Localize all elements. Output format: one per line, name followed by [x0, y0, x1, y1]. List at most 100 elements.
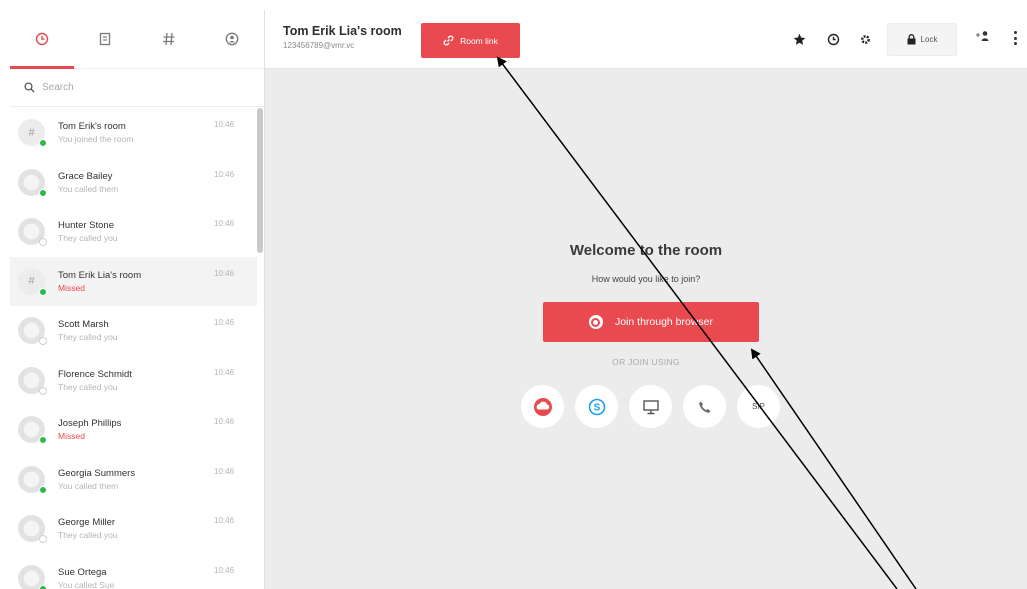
conversation-name: Joseph Phillips: [58, 418, 122, 430]
join-room-system-button[interactable]: [629, 385, 672, 428]
conversation-text: Florence Schmidt They called you: [58, 368, 203, 393]
presence-indicator: [39, 584, 47, 589]
join-app-button[interactable]: [521, 385, 564, 428]
contacts-icon: [100, 32, 111, 46]
room-main: Welcome to the room How would you like t…: [265, 69, 1027, 589]
tab-recents[interactable]: [10, 10, 74, 69]
conversation-name: Florence Schmidt: [58, 368, 132, 380]
presence-indicator: [39, 337, 47, 346]
avatar: [18, 317, 47, 346]
settings-button[interactable]: [856, 30, 874, 48]
conversation-time: 10:46: [214, 318, 235, 327]
participants-button[interactable]: [975, 30, 991, 44]
conversation-time: 10:46: [214, 268, 235, 278]
conversation-text: Scott Marsh They called you: [58, 318, 203, 343]
conversation-status: They called you: [58, 530, 118, 541]
conversation-status: You called Sue: [58, 579, 115, 589]
chrome-icon: [588, 315, 603, 329]
star-icon: [793, 33, 805, 45]
join-browser-button[interactable]: Join through browser: [543, 302, 759, 342]
conversation-item[interactable]: Joseph Phillips Missed 10:46: [10, 405, 257, 455]
avatar: [18, 366, 47, 395]
avatar: #: [18, 267, 47, 296]
room-id: 123456789@vmr.vc: [283, 41, 355, 50]
more-dot-icon: [1013, 36, 1017, 40]
join-skype-button[interactable]: S: [575, 385, 618, 428]
link-icon: [443, 35, 454, 46]
avatar: [18, 168, 47, 197]
conversation-time: 10:46: [214, 367, 235, 377]
avatar-glyph: #: [28, 275, 35, 288]
conversation-status: They called you: [58, 332, 118, 343]
conversation-name: Tom Erik's room: [58, 121, 126, 133]
conversation-name: Tom Erik Lia's room: [58, 269, 142, 281]
conversation-item[interactable]: Hunter Stone They called you 10:46: [10, 207, 257, 257]
search-icon: [24, 82, 35, 93]
conversation-name: Georgia Summers: [58, 467, 136, 479]
conversation-item[interactable]: # Tom Erik Lia's room Missed 10:46: [10, 256, 257, 306]
conversation-name: Scott Marsh: [58, 319, 109, 331]
phone-icon: [698, 401, 710, 413]
search-input[interactable]: [42, 82, 222, 93]
conversation-name: Hunter Stone: [58, 220, 114, 232]
join-sip-button[interactable]: SIP: [737, 385, 780, 428]
conversation-list: # Tom Erik's room You joined the room 10:46…: [10, 108, 257, 589]
lock-icon: [907, 34, 916, 45]
conversation-status: Missed: [58, 431, 85, 442]
avatar: [18, 564, 47, 589]
skype-icon: S: [588, 398, 605, 415]
conversation-item[interactable]: Grace Bailey You called them 10:46: [10, 158, 257, 208]
conversation-item[interactable]: Georgia Summers You called them 10:46: [10, 455, 257, 505]
welcome-subtitle: How would you like to join?: [591, 274, 701, 284]
or-join-label: OR JOIN USING: [612, 357, 680, 367]
more-dot-icon: [1013, 42, 1017, 45]
join-phone-button[interactable]: [683, 385, 726, 428]
presence-indicator: [39, 238, 47, 247]
sidebar: # Tom Erik's roomYou joined the room 10:46…: [10, 10, 265, 589]
conversation-text: Sue Ortega You called Sue: [58, 566, 203, 589]
conversation-text: Joseph Phillips Missed: [58, 417, 203, 442]
clock-icon: [35, 32, 48, 46]
conversation-item[interactable]: Scott Marsh They called you 10:46: [10, 306, 257, 356]
avatar-glyph: #: [28, 126, 35, 139]
conversation-name: George Miller: [58, 517, 116, 529]
room-header: Tom Erik Lia's room 123456789@vmr.vc Roo…: [265, 10, 1027, 69]
history-button[interactable]: [824, 30, 842, 48]
svg-text:S: S: [593, 402, 600, 413]
tab-rooms[interactable]: [137, 10, 201, 68]
lock-button[interactable]: Lock: [887, 23, 957, 56]
room-link-label: Room link: [460, 35, 498, 46]
conversation-time: 10:46: [214, 417, 235, 426]
conversation-time: 10:46: [214, 120, 235, 129]
tab-contacts[interactable]: [74, 10, 138, 68]
conversation-item[interactable]: Florence Schmidt They called you 10:46: [10, 356, 257, 406]
avatar: [18, 218, 47, 247]
conversation-item[interactable]: Sue Ortega You called Sue 10:46: [10, 554, 257, 589]
avatar: [18, 515, 47, 544]
room-link-button[interactable]: Room link: [421, 23, 520, 58]
history-icon: [827, 33, 839, 45]
conversation-time: 10:46: [214, 219, 235, 228]
conversation-item[interactable]: George Miller They called you 10:46: [10, 504, 257, 554]
monitor-icon: [642, 399, 659, 414]
more-options-button[interactable]: [1010, 28, 1020, 48]
conversation-time: 10:46: [214, 466, 235, 476]
conversation-time: 10:46: [214, 565, 235, 575]
conversation-text: Tom Erik's room You joined the room: [58, 120, 203, 145]
conversation-item[interactable]: # Tom Erik's room You joined the room 10:46: [10, 108, 257, 158]
presence-indicator: [39, 287, 47, 296]
scrollbar[interactable]: [257, 108, 263, 253]
presence-indicator: [39, 535, 47, 544]
presence-indicator: [39, 436, 47, 445]
conversation-text: Grace Bailey You called them: [58, 170, 203, 195]
search-bar: [10, 69, 264, 107]
conversation-name: Grace Bailey: [58, 170, 113, 182]
sidebar-tabs: [10, 10, 264, 69]
presence-indicator: [39, 139, 47, 148]
conversation-time: 10:46: [214, 169, 235, 179]
favorite-button[interactable]: [790, 30, 808, 48]
conversation-name: Sue Ortega: [58, 566, 107, 578]
conversation-text: Hunter Stone They called you: [58, 219, 203, 244]
tab-profile[interactable]: [201, 10, 265, 68]
avatar: [18, 416, 47, 445]
